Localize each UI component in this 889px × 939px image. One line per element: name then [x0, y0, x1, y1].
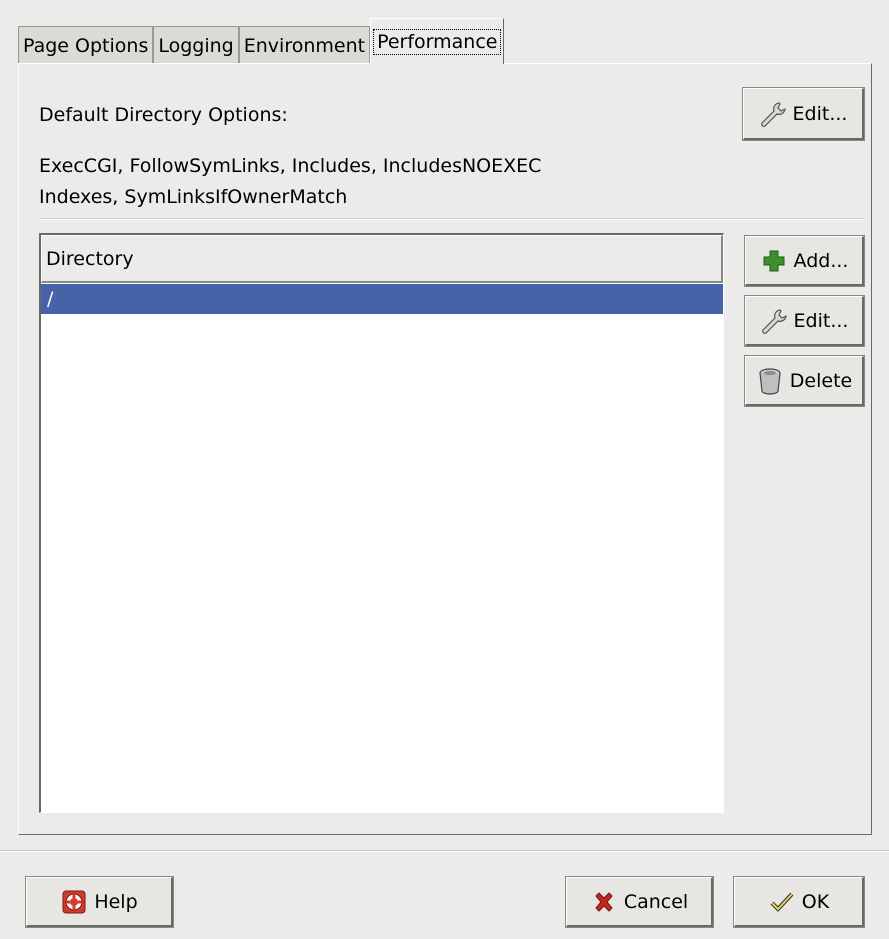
checkmark-icon	[768, 888, 796, 916]
default-options-label: Default Directory Options:	[39, 104, 288, 126]
ok-button[interactable]: OK	[733, 876, 865, 928]
default-options-line-2: Indexes, SymLinksIfOwnerMatch	[39, 186, 348, 208]
edit-button-label: Edit...	[793, 309, 849, 332]
tab-label: Performance	[373, 28, 502, 55]
default-options-line-1: ExecCGI, FollowSymLinks, Includes, Inclu…	[39, 155, 542, 177]
directory-column-header[interactable]: Directory	[41, 235, 723, 283]
delete-directory-button[interactable]: Delete	[744, 355, 865, 407]
tab-label: Logging	[158, 34, 234, 57]
section-separator	[39, 218, 864, 220]
help-button[interactable]: Help	[25, 876, 174, 928]
add-directory-button[interactable]: Add...	[744, 235, 865, 287]
dialog: Page Options Logging Environment Perform…	[0, 0, 889, 939]
wrench-icon	[760, 307, 788, 335]
edit-button-label: Edit...	[792, 102, 848, 125]
plus-icon	[760, 247, 788, 275]
cancel-button[interactable]: Cancel	[565, 876, 714, 928]
tab-page-options[interactable]: Page Options	[18, 26, 154, 64]
tab-label: Environment	[243, 34, 366, 57]
directory-list[interactable]: Directory /	[39, 233, 724, 813]
lifebuoy-icon	[60, 888, 88, 916]
footer-separator	[0, 850, 889, 852]
edit-directory-button[interactable]: Edit...	[744, 295, 865, 347]
directory-row[interactable]: /	[41, 284, 723, 314]
tab-environment[interactable]: Environment	[238, 26, 371, 64]
ok-button-label: OK	[801, 890, 830, 913]
tab-label: Page Options	[23, 34, 149, 57]
directory-row-label: /	[47, 288, 54, 310]
add-button-label: Add...	[793, 249, 849, 272]
tab-performance[interactable]: Performance	[370, 18, 505, 64]
wrench-icon	[759, 100, 787, 128]
x-icon	[590, 888, 618, 916]
tab-bar: Page Options Logging Environment Perform…	[18, 18, 505, 64]
cancel-button-label: Cancel	[623, 890, 689, 913]
delete-button-label: Delete	[789, 369, 853, 392]
column-header-label: Directory	[46, 247, 134, 270]
help-button-label: Help	[94, 890, 138, 913]
tab-logging[interactable]: Logging	[153, 26, 239, 64]
edit-default-options-button[interactable]: Edit...	[742, 87, 865, 141]
trash-icon	[756, 367, 784, 395]
